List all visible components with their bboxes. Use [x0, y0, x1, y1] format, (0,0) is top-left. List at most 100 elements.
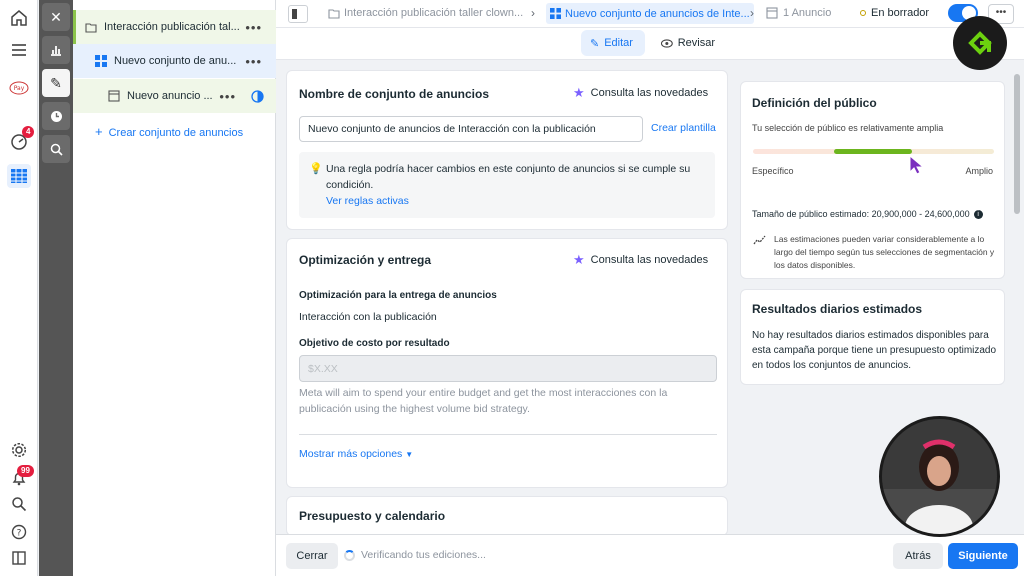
search-icon[interactable] [7, 492, 31, 516]
chart-icon[interactable] [42, 36, 70, 64]
chevron-right-icon: › [750, 6, 754, 20]
main-scrollbar[interactable] [1013, 60, 1021, 534]
rule-note: 💡 Una regla podría hacer cambios en este… [299, 152, 715, 218]
tree-adset-label: Nuevo conjunto de anu... [114, 55, 237, 67]
breadcrumb-bar: Interacción publicación taller clown... … [276, 0, 1024, 28]
tree-ad-node[interactable]: Nuevo anuncio ... ••• [73, 79, 276, 113]
zoom-icon[interactable] [42, 135, 70, 163]
audience-breadth-gauge [753, 149, 994, 154]
adset-name-title: Nombre de conjunto de anuncios [299, 87, 490, 101]
show-more-options-link[interactable]: Mostrar más opciones ▼ [299, 448, 413, 460]
sidebar-toggle-icon[interactable] [288, 5, 308, 23]
status-half-circle-icon [251, 89, 264, 103]
draft-status-label: En borrador [871, 7, 930, 19]
optimization-card: Optimización y entrega ★ Consulta las nov… [286, 238, 728, 488]
svg-text:?: ? [17, 529, 22, 539]
audience-subtitle: Tu selección de público es relativamente… [752, 123, 944, 133]
verifying-status: Verificando tus ediciones... [344, 549, 486, 561]
tree-campaign-label: Interacción publicación tal... [104, 21, 240, 33]
star-icon: ★ [573, 252, 585, 267]
optimization-label: Optimización para la entrega de anuncios [299, 290, 497, 301]
daily-results-body: No hay resultados diarios estimados disp… [752, 330, 997, 371]
more-icon[interactable]: ••• [245, 54, 262, 69]
mouse-cursor-icon [909, 154, 925, 175]
bottom-action-bar: Cerrar Verificando tus ediciones... Atrá… [276, 534, 1024, 576]
breadcrumb-adset[interactable]: Nuevo conjunto de anuncios de Inte... [546, 3, 754, 24]
adset-grid-icon [95, 55, 107, 67]
notification-badge: 4 [22, 126, 35, 138]
estimate-note: Las estimaciones pueden variar considera… [774, 234, 995, 270]
optimization-title: Optimización y entrega [299, 253, 432, 267]
audience-breadth-fill [834, 149, 913, 154]
campaign-tree-panel: Interacción publicación tal... ••• Nuevo… [73, 0, 276, 576]
alerts-badge: 99 [17, 465, 34, 477]
panel-toggle-icon[interactable] [7, 546, 31, 570]
breadcrumb-adset-label: Nuevo conjunto de anuncios de Inte... [565, 7, 750, 20]
tab-review[interactable]: Revisar [652, 30, 724, 56]
breadcrumb-ad[interactable]: 1 Anuncio [766, 7, 831, 19]
adset-name-input[interactable]: Nuevo conjunto de anuncios de Interacció… [299, 116, 643, 142]
settings-gear-icon[interactable] [7, 438, 31, 462]
tree-adset-node[interactable]: Nuevo conjunto de anu... ••• [73, 44, 276, 78]
plus-icon: + [95, 124, 103, 139]
history-clock-icon[interactable] [42, 102, 70, 130]
daily-results-title: Resultados diarios estimados [752, 302, 923, 316]
left-rail: Pay 4 99 ? [0, 0, 38, 576]
more-icon[interactable]: ••• [245, 20, 262, 35]
breadcrumb-campaign[interactable]: Interacción publicación taller clown... [328, 7, 523, 19]
tree-campaign-node[interactable]: Interacción publicación tal... ••• [73, 10, 276, 44]
folder-icon [328, 8, 340, 19]
menu-icon[interactable] [7, 38, 31, 62]
edit-pencil-icon[interactable]: ✎ [42, 69, 70, 97]
cost-goal-label: Objetivo de costo por resultado [299, 338, 450, 349]
audience-size: Tamaño de público estimado: 20,900,000 -… [752, 209, 983, 219]
news-link[interactable]: ★ Consulta las novedades [573, 85, 708, 101]
brand-logo [953, 16, 1007, 70]
adset-grid-icon [550, 8, 561, 19]
ad-page-icon [766, 7, 778, 19]
draft-status: En borrador [860, 7, 929, 19]
edit-review-bar: ✎ Editar Revisar [276, 28, 1024, 60]
verifying-label: Verificando tus ediciones... [361, 549, 486, 561]
chevron-right-icon: › [531, 6, 535, 20]
next-button[interactable]: Siguiente [948, 543, 1018, 569]
star-icon: ★ [573, 85, 585, 100]
close-icon[interactable]: ✕ [42, 3, 70, 31]
cost-goal-help: Meta will aim to spend your entire budge… [299, 387, 668, 415]
create-template-link[interactable]: Crear plantilla [651, 122, 716, 134]
account-avatar-icon[interactable]: Pay [7, 76, 31, 100]
back-button[interactable]: Atrás [893, 543, 943, 569]
rule-note-text: Una regla podría hacer cambios en este c… [326, 163, 691, 191]
ads-manager-table-icon[interactable] [7, 164, 31, 188]
create-adset-label: Crear conjunto de anuncios [108, 127, 244, 139]
show-more-options-label: Mostrar más opciones [299, 448, 403, 460]
tab-edit[interactable]: ✎ Editar [581, 30, 645, 56]
active-rules-link[interactable]: Ver reglas activas [326, 195, 409, 207]
breadcrumb-ad-label: 1 Anuncio [783, 7, 832, 19]
tab-edit-label: Editar [604, 37, 633, 49]
budget-card: Presupuesto y calendario [286, 496, 728, 536]
folder-icon [85, 22, 97, 33]
divider [299, 434, 717, 435]
news-link[interactable]: ★ Consulta las novedades [573, 252, 708, 268]
audience-title: Definición del público [752, 96, 877, 110]
help-icon[interactable]: ? [7, 520, 31, 544]
trend-icon [753, 235, 766, 245]
home-icon[interactable] [7, 6, 31, 30]
close-button[interactable]: Cerrar [286, 543, 338, 569]
optimization-value: Interacción con la publicación [299, 311, 437, 323]
tab-review-label: Revisar [677, 37, 715, 49]
lightbulb-icon: 💡 [309, 163, 323, 175]
tree-ad-label: Nuevo anuncio ... [127, 90, 213, 102]
audience-size-label: Tamaño de público estimado: 20,900,000 -… [752, 209, 970, 219]
breadcrumb-campaign-label: Interacción publicación taller clown... [344, 7, 524, 19]
create-adset-link[interactable]: + Crear conjunto de anuncios [95, 124, 243, 139]
cost-goal-input[interactable]: $X.XX [299, 355, 717, 382]
news-label: Consulta las novedades [590, 87, 709, 99]
more-icon[interactable]: ••• [219, 89, 236, 104]
info-icon[interactable]: i [973, 209, 983, 219]
gauge-right-label: Amplio [965, 166, 993, 176]
draft-dot-icon [860, 10, 866, 16]
audience-definition-card: Definición del público Tu selección de p… [740, 81, 1005, 279]
presenter-webcam [879, 416, 1000, 537]
